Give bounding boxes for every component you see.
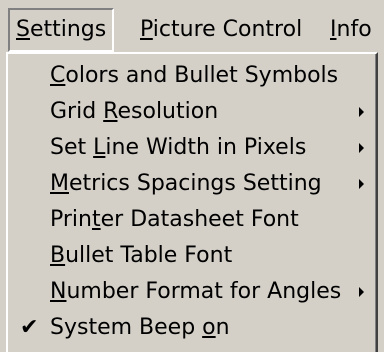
menu-item-label: Set Line Width in Pixels xyxy=(50,130,306,166)
menu-item-label: Bullet Table Font xyxy=(50,238,232,274)
label-suffix: er Datasheet Font xyxy=(100,207,299,232)
menu-item-metrics-spacings-setting[interactable]: Metrics Spacings Setting xyxy=(8,166,374,202)
menu-item-label: Metrics Spacings Setting xyxy=(50,166,322,202)
label-mnemonic: B xyxy=(50,243,66,268)
label-mnemonic: o xyxy=(202,315,216,340)
label-suffix: ullet Table Font xyxy=(65,243,233,268)
menu-settings-label: ettings xyxy=(29,17,107,42)
label-suffix: n xyxy=(215,315,230,340)
label-mnemonic: t xyxy=(91,207,101,232)
menu-item-colors-and-bullet-symbols[interactable]: Colors and Bullet Symbols xyxy=(8,58,374,94)
label-mnemonic: M xyxy=(50,171,69,196)
label-suffix: olors and Bullet Symbols xyxy=(65,63,339,88)
label-suffix: esolution xyxy=(117,99,219,124)
menu-item-label: Colors and Bullet Symbols xyxy=(50,58,338,94)
window-frame: Settings Picture Control Info Colors and… xyxy=(0,0,384,352)
settings-dropdown-menu: Colors and Bullet Symbols Grid Resolutio… xyxy=(6,52,378,352)
label-suffix: umber Format for Angles xyxy=(66,279,342,304)
menu-bar: Settings Picture Control Info xyxy=(8,8,384,52)
label-mnemonic: L xyxy=(93,135,106,160)
label-prefix: Grid xyxy=(50,99,104,124)
submenu-arrow-icon xyxy=(359,179,364,189)
submenu-arrow-icon xyxy=(359,287,364,297)
menu-item-label: System Beep on xyxy=(50,310,230,346)
label-mnemonic: N xyxy=(50,279,67,304)
submenu-arrow-icon xyxy=(359,107,364,117)
menu-picture-control-label: icture Control xyxy=(152,17,303,42)
label-mnemonic: R xyxy=(103,99,118,124)
menu-info-label: nfo xyxy=(336,17,372,42)
menu-item-bullet-table-font[interactable]: Bullet Table Font xyxy=(8,238,374,274)
menu-item-printer-datasheet-font[interactable]: Printer Datasheet Font xyxy=(8,202,374,238)
menu-item-grid-resolution[interactable]: Grid Resolution xyxy=(8,94,374,130)
menu-item-label: Printer Datasheet Font xyxy=(50,202,299,238)
menu-item-label: Grid Resolution xyxy=(50,94,218,130)
menu-item-system-beep-on[interactable]: ✔ System Beep on xyxy=(8,310,374,346)
menu-item-label: Number Format for Angles xyxy=(50,274,341,310)
menu-item-set-line-width[interactable]: Set Line Width in Pixels xyxy=(8,130,374,166)
menu-settings-mnemonic: S xyxy=(16,17,30,42)
menu-picture-control-mnemonic: P xyxy=(140,17,153,42)
menu-settings[interactable]: Settings xyxy=(8,8,115,52)
label-suffix: etrics Spacings Setting xyxy=(68,171,322,196)
menu-info[interactable]: Info xyxy=(324,8,378,52)
label-suffix: ine Width in Pixels xyxy=(105,135,307,160)
menu-picture-control[interactable]: Picture Control xyxy=(134,8,308,52)
label-mnemonic: C xyxy=(50,63,66,88)
label-prefix: System Beep xyxy=(50,315,203,340)
checkmark-icon: ✔ xyxy=(20,315,39,340)
label-prefix: Prin xyxy=(50,207,92,232)
submenu-arrow-icon xyxy=(359,143,364,153)
label-prefix: Set xyxy=(50,135,94,160)
menu-item-number-format-for-angles[interactable]: Number Format for Angles xyxy=(8,274,374,310)
